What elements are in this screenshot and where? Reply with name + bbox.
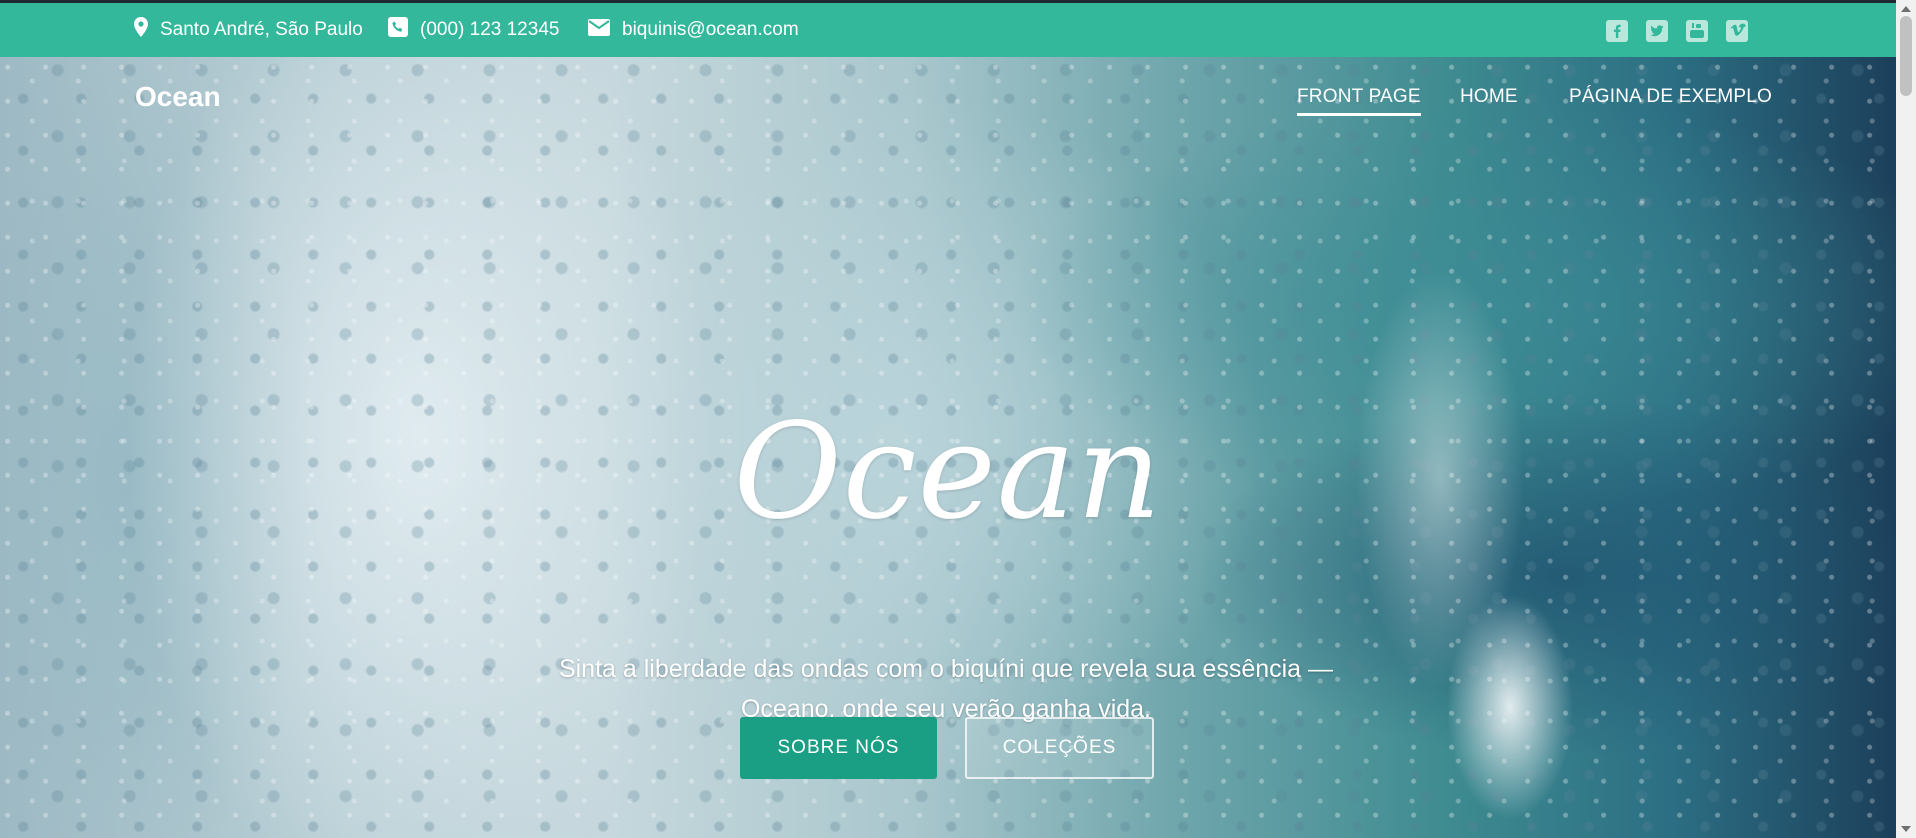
- scroll-up-arrow-icon[interactable]: [1901, 6, 1911, 12]
- colecoes-button[interactable]: COLEÇÕES: [965, 717, 1154, 779]
- hero-section: Ocean FRONT PAGE HOME PÁGINA DE EXEMPLO …: [0, 57, 1896, 838]
- location-text: Santo André, São Paulo: [160, 19, 363, 40]
- nav-home[interactable]: HOME: [1460, 86, 1518, 116]
- top-info-bar: Santo André, São Paulo (000) 123 12345 b…: [0, 3, 1896, 57]
- sobre-nos-button[interactable]: SOBRE NÓS: [740, 717, 937, 779]
- site-logo[interactable]: Ocean: [135, 81, 221, 113]
- page: Santo André, São Paulo (000) 123 12345 b…: [0, 0, 1916, 838]
- envelope-icon: [588, 18, 610, 42]
- youtube-icon[interactable]: [1686, 20, 1708, 42]
- email-info: biquinis@ocean.com: [588, 3, 799, 57]
- vertical-scrollbar[interactable]: [1896, 0, 1916, 838]
- scroll-down-arrow-icon[interactable]: [1901, 826, 1911, 832]
- vimeo-icon[interactable]: [1726, 20, 1748, 42]
- twitter-icon[interactable]: [1646, 20, 1668, 42]
- scrollbar-thumb[interactable]: [1900, 16, 1912, 96]
- map-marker-icon: [134, 17, 148, 43]
- facebook-icon[interactable]: [1606, 20, 1628, 42]
- nav-pagina-de-exemplo[interactable]: PÁGINA DE EXEMPLO: [1569, 86, 1772, 116]
- email-text[interactable]: biquinis@ocean.com: [622, 19, 799, 41]
- phone-icon: [388, 17, 408, 43]
- hero-subtitle-line-1: Sinta a liberdade das ondas com o biquín…: [558, 655, 1334, 683]
- phone-info: (000) 123 12345: [388, 3, 559, 57]
- location-info: Santo André, São Paulo: [134, 3, 363, 57]
- nav-front-page[interactable]: FRONT PAGE: [1297, 86, 1421, 116]
- phone-text: (000) 123 12345: [420, 19, 560, 40]
- hero-subtitle: Sinta a liberdade das ondas com o biquín…: [520, 649, 1372, 729]
- hero-subtitle-line-2: Oceano, onde seu verão ganha vida.: [740, 695, 1152, 723]
- hero-title: Ocean: [733, 395, 1163, 549]
